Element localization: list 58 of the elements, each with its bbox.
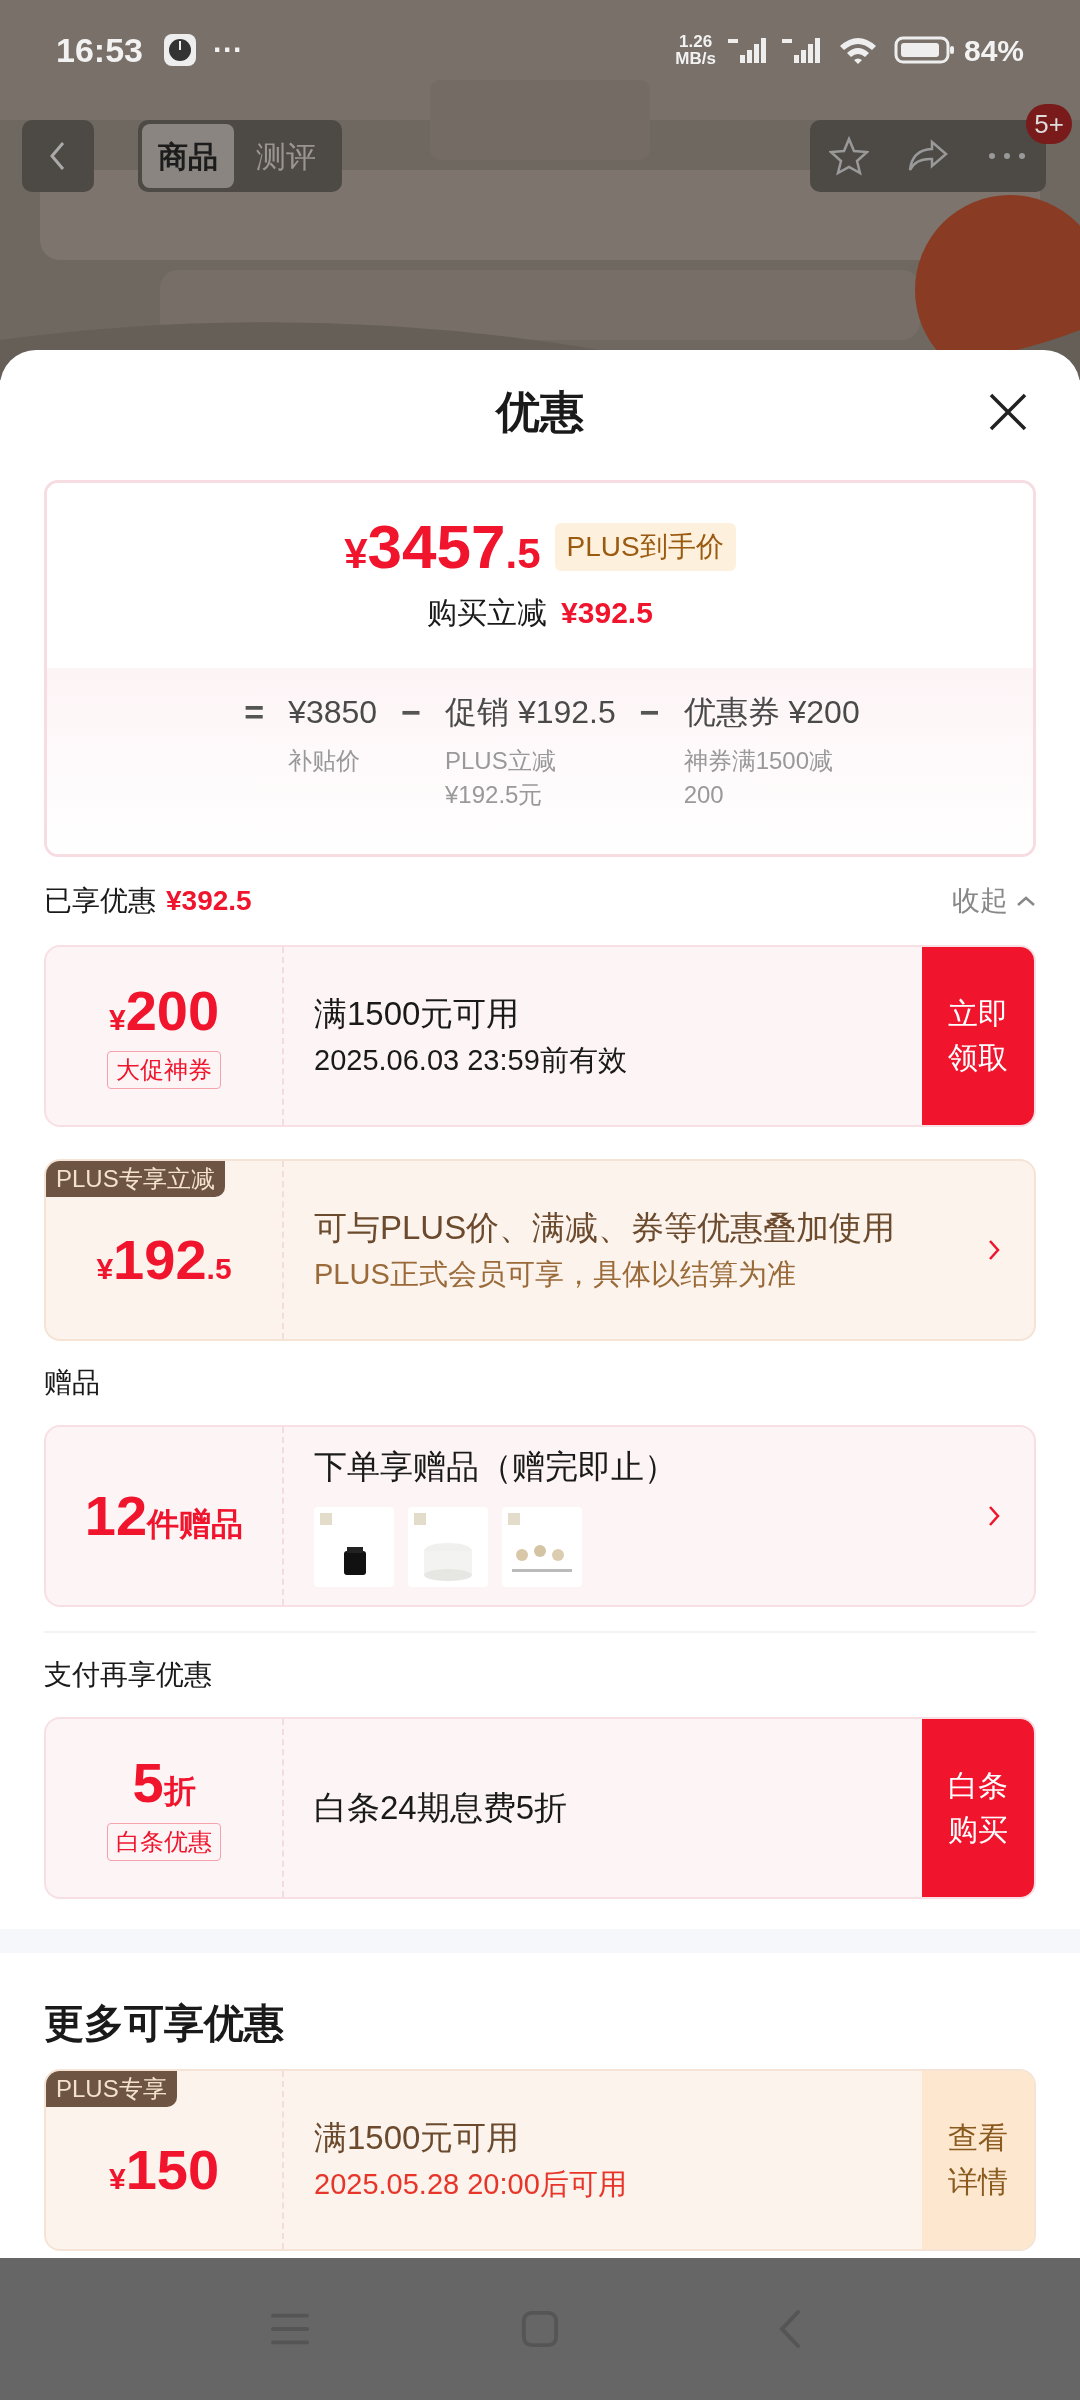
reduction-amount: ¥392.5: [561, 595, 653, 631]
coupon-tag: 大促神券: [107, 1051, 221, 1089]
action-button[interactable]: 白条购买: [922, 1719, 1034, 1897]
breakdown-note: 神券满1500减: [683, 746, 834, 776]
battery-icon: [893, 35, 956, 65]
action-button[interactable]: 立即领取: [922, 947, 1034, 1125]
coupon-title: 满1500元可用: [314, 994, 521, 1034]
breakdown-note: PLUS立减: [445, 746, 557, 776]
discount-amount: ¥150: [108, 2142, 220, 2198]
final-price: ¥3457.5: [344, 516, 541, 578]
coupon-subtitle: 2025.05.28 20:00后可用: [314, 2167, 628, 2202]
chevron-right-icon: [987, 1238, 1001, 1262]
operator-sign: −: [639, 692, 660, 732]
section-title: 支付再享优惠: [44, 1658, 213, 1692]
discount-amount: ¥192.5: [96, 1232, 232, 1288]
coupon-title: 满1500元可用: [314, 2118, 521, 2158]
clock-time: 16:53: [56, 29, 143, 71]
collapse-button[interactable]: 收起: [952, 880, 1036, 922]
battery-percent: 84%: [963, 32, 1024, 69]
plus-ribbon: PLUS专享: [46, 2071, 177, 2107]
discount-amount: 5折: [132, 1755, 196, 1811]
enjoyed-amount: ¥392.5: [166, 884, 252, 918]
breakdown-note: 200: [683, 780, 725, 810]
more-icon: [986, 152, 1027, 160]
breakdown-value: 优惠券 ¥200: [683, 693, 860, 732]
more-notifications-icon: ···: [212, 35, 243, 65]
coupon-title: 下单享赠品（赠完即止）: [314, 1447, 678, 1487]
tab[interactable]: 商品: [142, 124, 234, 188]
network-speed-text: 1.26: [679, 33, 713, 50]
section-label: 已享优惠: [44, 884, 156, 918]
section-title: 赠品: [44, 1366, 101, 1400]
operator-sign: =: [244, 692, 265, 732]
sheet-title: 优惠: [496, 386, 584, 438]
network-speed-text: MB/s: [675, 50, 716, 67]
back-button[interactable]: [22, 120, 94, 192]
tab[interactable]: 测评: [234, 124, 338, 188]
coupon-subtitle: 2025.06.03 23:59前有效: [314, 1043, 628, 1078]
star-icon: [829, 136, 870, 176]
clock-app-icon: [162, 33, 197, 67]
breakdown-value: 促销 ¥192.5: [445, 693, 616, 732]
chevron-right-icon: [987, 1504, 1001, 1528]
discount-amount: 12件赠品: [84, 1488, 244, 1544]
breakdown-note: ¥192.5元: [445, 780, 544, 810]
coupon-subtitle: PLUS正式会员可享，具体以结算为准: [314, 1257, 797, 1292]
plus-ribbon: PLUS专享立减: [46, 1161, 225, 1197]
reduction-label: 购买立减: [427, 595, 548, 631]
operator-sign: −: [401, 692, 421, 732]
breakdown-value: ¥3850: [288, 693, 378, 732]
chevron-up-icon: [1016, 895, 1036, 907]
section-title: 更多可享优惠: [44, 2000, 285, 2047]
plus-price-tag: PLUS到手价: [554, 523, 736, 571]
discount-amount: ¥200: [108, 983, 220, 1039]
close-icon: [988, 392, 1028, 432]
action-button[interactable]: 查看详情: [922, 2071, 1034, 2249]
coupon-tag: 白条优惠: [107, 1823, 221, 1861]
coupon-title: 可与PLUS价、满减、券等优惠叠加使用: [314, 1208, 897, 1248]
coupon-title: 白条24期息费5折: [314, 1788, 569, 1828]
breakdown-note: 补贴价: [288, 746, 362, 776]
